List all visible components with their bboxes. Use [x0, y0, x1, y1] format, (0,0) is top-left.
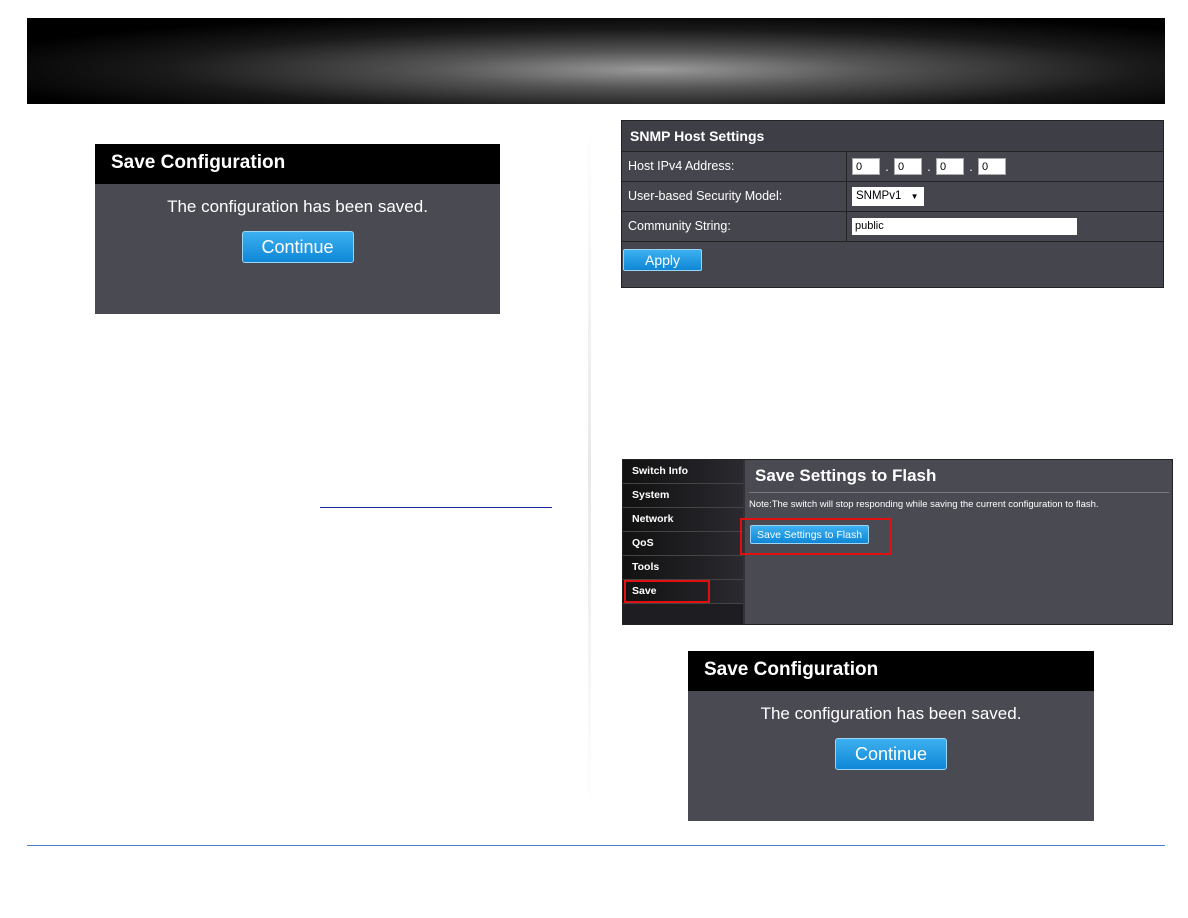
continue-button[interactable]: Continue	[835, 738, 947, 770]
host-ipv4-row: Host IPv4 Address: 0. 0. 0. 0	[622, 152, 1163, 182]
panel-title: SNMP Host Settings	[622, 121, 1163, 152]
community-string-input[interactable]: public	[852, 218, 1077, 235]
continue-button[interactable]: Continue	[241, 231, 354, 263]
ip-octet-1-input[interactable]: 0	[852, 158, 880, 175]
note-text: Note:The switch will stop responding whi…	[749, 499, 1099, 510]
underline-link	[320, 507, 552, 508]
save-settings-to-flash-panel: Switch Info System Network QoS Tools Sav…	[622, 459, 1173, 625]
host-ipv4-label: Host IPv4 Address:	[622, 152, 847, 181]
dialog-title: Save Configuration	[95, 144, 500, 184]
dropdown-arrow-icon: ▼	[910, 192, 919, 201]
footer-rule	[27, 845, 1165, 846]
dialog-message: The configuration has been saved.	[760, 704, 1022, 723]
sidebar-item-switch-info[interactable]: Switch Info	[623, 460, 743, 484]
security-model-label: User-based Security Model:	[622, 182, 847, 211]
sidebar-item-tools[interactable]: Tools	[623, 556, 743, 580]
snmp-host-settings-panel: SNMP Host Settings Host IPv4 Address: 0.…	[621, 120, 1164, 288]
community-string-label: Community String:	[622, 212, 847, 241]
ip-octet-4-input[interactable]: 0	[978, 158, 1006, 175]
column-divider	[588, 118, 591, 818]
sidebar-item-system[interactable]: System	[623, 484, 743, 508]
dialog-title: Save Configuration	[688, 651, 1094, 691]
ip-octet-2-input[interactable]: 0	[894, 158, 922, 175]
security-model-value: SNMPv1	[856, 190, 902, 202]
sidebar-item-network[interactable]: Network	[623, 508, 743, 532]
title-rule	[749, 492, 1169, 493]
sidebar-item-qos[interactable]: QoS	[623, 532, 743, 556]
page-title: Save Settings to Flash	[755, 466, 937, 485]
security-model-select[interactable]: SNMPv1 ▼	[852, 187, 924, 206]
ip-octet-3-input[interactable]: 0	[936, 158, 964, 175]
save-configuration-dialog: Save Configuration The configuration has…	[95, 144, 500, 314]
header-banner	[27, 18, 1165, 104]
dialog-message: The configuration has been saved.	[167, 197, 428, 216]
save-highlight-box	[624, 580, 710, 603]
save-settings-to-flash-button[interactable]: Save Settings to Flash	[750, 525, 870, 544]
save-configuration-dialog-2: Save Configuration The configuration has…	[688, 651, 1094, 821]
apply-button[interactable]: Apply	[623, 249, 702, 271]
community-string-row: Community String: public	[622, 212, 1163, 242]
security-model-row: User-based Security Model: SNMPv1 ▼	[622, 182, 1163, 212]
